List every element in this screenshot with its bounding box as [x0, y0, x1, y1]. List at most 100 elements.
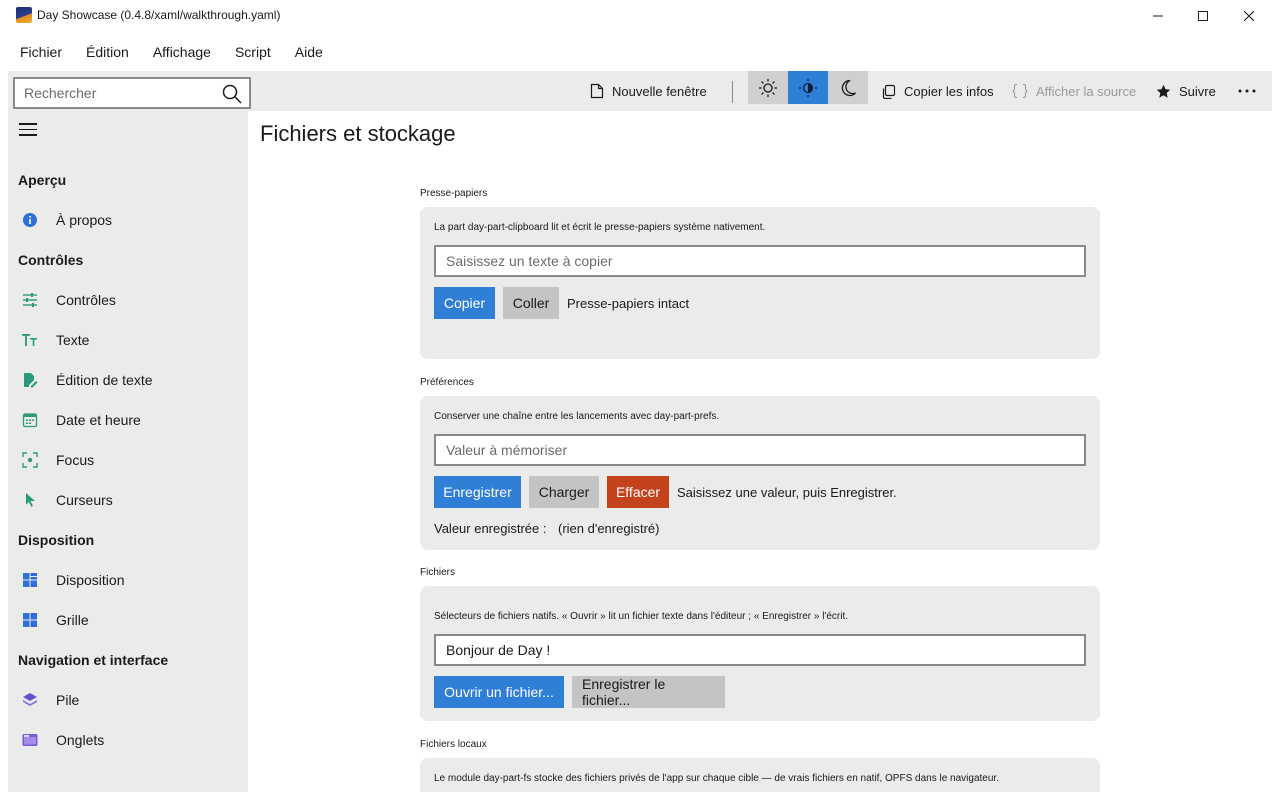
search-input[interactable] [24, 79, 214, 107]
sidebar-item-label: Date et heure [56, 412, 141, 428]
nav-section-controls: Contrôles [18, 252, 84, 268]
saved-value-label: Valeur enregistrée : [434, 521, 547, 536]
sidebar-item-about[interactable]: À propos [8, 200, 248, 240]
contrast-sun-icon [799, 78, 817, 97]
toolbar: Nouvelle fenêtre Copier les infos Affich… [8, 71, 1272, 111]
grid-icon [23, 613, 37, 627]
save-pref-button[interactable]: Enregistrer [434, 476, 521, 508]
files-description: Sélecteurs de fichiers natifs. « Ouvrir … [434, 611, 848, 622]
menu-script[interactable]: Script [223, 38, 283, 66]
show-source-label: Afficher la source [1036, 83, 1137, 99]
search-box [13, 77, 251, 109]
sidebar-item-label: Texte [56, 332, 90, 348]
sidebar-item-layout[interactable]: Disposition [8, 560, 248, 600]
focus-icon [22, 452, 38, 468]
sidebar-item-label: Curseurs [56, 492, 113, 508]
info-icon [23, 213, 37, 227]
text-icon [22, 334, 37, 346]
close-button[interactable] [1226, 0, 1272, 32]
title-bar: Day Showcase (0.4.8/xaml/walkthrough.yam… [0, 0, 1280, 32]
sidebar-item-focus[interactable]: Focus [8, 440, 248, 480]
sidebar-item-label: Disposition [56, 572, 125, 588]
hamburger-menu-icon[interactable] [19, 123, 37, 139]
sidebar-item-date-time[interactable]: Date et heure [8, 400, 248, 440]
menu-help[interactable]: Aide [283, 38, 335, 66]
clipboard-card: La part day-part-clipboard lit et écrit … [420, 207, 1100, 359]
sidebar-item-label: À propos [56, 212, 113, 228]
theme-switcher [748, 71, 868, 104]
maximize-icon [1198, 11, 1208, 21]
search-icon[interactable] [221, 83, 243, 105]
sidebar-item-label: Focus [56, 452, 95, 468]
sidebar-item-text-editing[interactable]: Édition de texte [8, 360, 248, 400]
sidebar-item-tabs[interactable]: Onglets [8, 720, 248, 760]
menu-view[interactable]: Affichage [141, 38, 223, 66]
copy-button[interactable]: Copier [434, 287, 495, 319]
follow-button[interactable]: Suivre [1156, 71, 1216, 111]
copy-info-button[interactable]: Copier les infos [881, 71, 994, 111]
menu-edit[interactable]: Édition [74, 38, 141, 66]
sidebar-item-cursors[interactable]: Curseurs [8, 480, 248, 520]
clipboard-section-label: Presse-papiers [420, 188, 488, 199]
sun-icon [759, 78, 777, 97]
sidebar-item-label: Pile [56, 692, 80, 708]
moon-icon [841, 79, 856, 96]
minimize-button[interactable] [1135, 0, 1181, 32]
files-field [434, 634, 1086, 666]
sidebar-item-label: Édition de texte [56, 372, 153, 388]
dark-theme-button[interactable] [828, 71, 868, 104]
auto-theme-button[interactable] [788, 71, 828, 104]
toolbar-divider [732, 81, 733, 103]
new-window-label: Nouvelle fenêtre [612, 83, 707, 99]
clipboard-description: La part day-part-clipboard lit et écrit … [434, 222, 766, 233]
load-pref-button[interactable]: Charger [529, 476, 599, 508]
files-section-label: Fichiers [420, 567, 456, 578]
menu-file[interactable]: Fichier [8, 38, 74, 66]
more-icon [1238, 89, 1256, 93]
prefs-description: Conserver une chaîne entre les lancement… [434, 411, 720, 422]
minimize-icon [1153, 15, 1163, 17]
page-title: Fichiers et stockage [260, 121, 456, 146]
sidebar-item-text[interactable]: Texte [8, 320, 248, 360]
sidebar-item-grid[interactable]: Grille [8, 600, 248, 640]
sidebar-item-stack[interactable]: Pile [8, 680, 248, 720]
more-options-button[interactable] [1238, 71, 1256, 111]
show-source-button[interactable]: Afficher la source [1012, 71, 1136, 111]
braces-icon [1012, 83, 1028, 99]
sidebar-item-controls[interactable]: Contrôles [8, 280, 248, 320]
tabs-icon [22, 734, 38, 746]
nav-section-overview: Aperçu [18, 172, 67, 188]
clear-pref-button[interactable]: Effacer [607, 476, 669, 508]
nav-section-navigation: Navigation et interface [18, 652, 169, 668]
window-title: Day Showcase (0.4.8/xaml/walkthrough.yam… [37, 8, 281, 22]
open-file-button[interactable]: Ouvrir un fichier... [434, 676, 564, 708]
local-files-card: Le module day-part-fs stocke des fichier… [420, 758, 1100, 792]
document-icon [590, 83, 604, 99]
calendar-icon [22, 413, 38, 428]
light-theme-button[interactable] [748, 71, 788, 104]
sliders-icon [23, 293, 37, 307]
files-editor-input[interactable] [436, 636, 1084, 664]
close-icon [1244, 11, 1254, 21]
prefs-card: Conserver une chaîne entre les lancement… [420, 396, 1100, 550]
prefs-input[interactable] [436, 436, 1084, 464]
new-window-button[interactable]: Nouvelle fenêtre [590, 71, 707, 111]
files-card: Sélecteurs de fichiers natifs. « Ouvrir … [420, 586, 1100, 721]
clipboard-field [434, 245, 1086, 277]
maximize-button[interactable] [1180, 0, 1226, 32]
copy-icon [882, 84, 896, 99]
star-icon [1156, 84, 1171, 98]
clipboard-input[interactable] [436, 247, 1084, 275]
paste-button[interactable]: Coller [503, 287, 559, 319]
prefs-field [434, 434, 1086, 466]
copy-info-label: Copier les infos [904, 83, 994, 99]
app-window: Day Showcase (0.4.8/xaml/walkthrough.yam… [0, 0, 1280, 800]
prefs-status: Saisissez une valeur, puis Enregistrer. [677, 485, 897, 500]
prefs-section-label: Préférences [420, 377, 474, 388]
saved-value: (rien d'enregistré) [558, 521, 660, 536]
nav-section-layout: Disposition [18, 532, 95, 548]
edit-document-icon [24, 373, 38, 388]
sidebar-item-label: Onglets [56, 732, 105, 748]
local-files-description: Le module day-part-fs stocke des fichier… [434, 773, 999, 784]
save-file-button[interactable]: Enregistrer le fichier... [572, 676, 725, 708]
